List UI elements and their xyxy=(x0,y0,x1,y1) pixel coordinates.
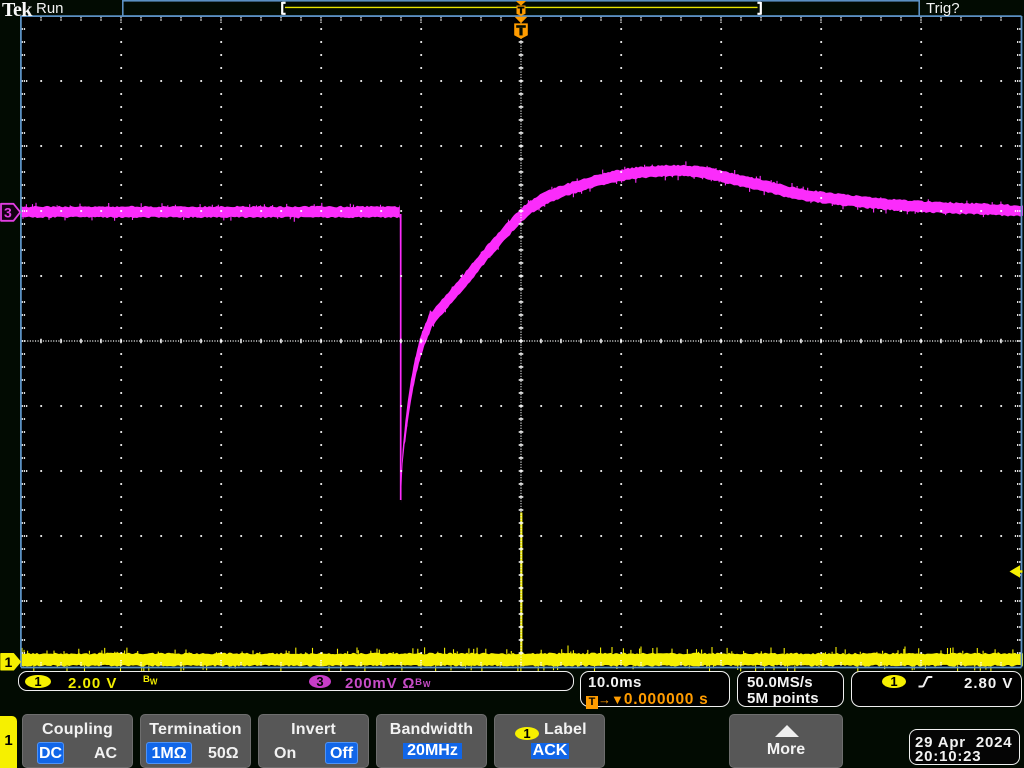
svg-text:3: 3 xyxy=(4,205,12,221)
svg-text:1: 1 xyxy=(5,654,13,670)
